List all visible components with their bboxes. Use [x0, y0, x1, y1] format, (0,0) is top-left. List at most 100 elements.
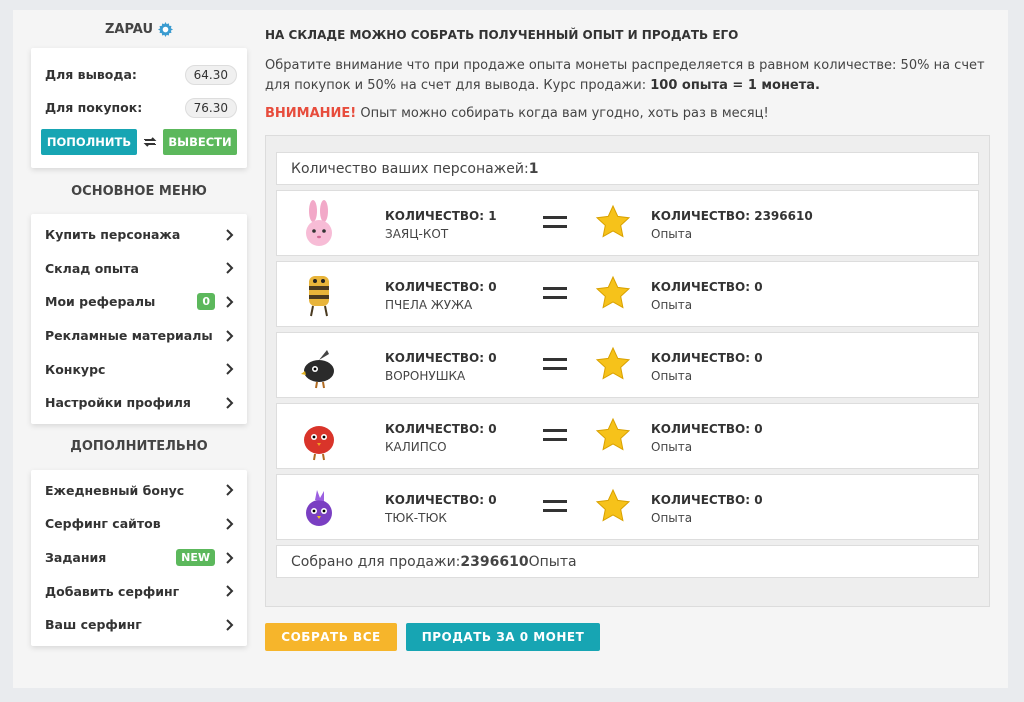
chevron-right-icon — [226, 329, 234, 342]
collected-total-unit: Опыта — [528, 553, 577, 570]
warehouse-panel: Количество ваших персонажей: 1 КОЛИЧЕСТВ… — [265, 135, 990, 607]
pet-quantity: КОЛИЧЕСТВО: 0 — [385, 351, 497, 365]
star-icon — [595, 346, 631, 380]
main-menu-title: ОСНОВНОЕ МЕНЮ — [71, 183, 207, 199]
menu-item-label: Добавить серфинг — [45, 583, 180, 599]
new-badge: NEW — [176, 549, 215, 567]
exp-label: Опыта — [651, 369, 693, 383]
extra-menu-title: ДОПОЛНИТЕЛЬНО — [70, 439, 208, 455]
warning-text: Опыт можно собирать когда вам угодно, хо… — [356, 106, 769, 121]
menu-item-label: Серфинг сайтов — [45, 516, 161, 532]
menu-item-exp-warehouse[interactable]: Склад опыта — [31, 252, 247, 286]
warning-label: ВНИМАНИЕ! — [265, 106, 357, 121]
page-frame: ZAPAU Для вывода: 64.30 Для покупок: 76.… — [13, 10, 1008, 688]
exp-quantity: КОЛИЧЕСТВО: 0 — [651, 493, 763, 507]
exp-quantity: КОЛИЧЕСТВО: 2396610 — [651, 209, 813, 223]
description-text: Обратите внимание что при продаже опыта … — [265, 58, 985, 93]
exp-label: Опыта — [651, 298, 693, 312]
page-title: НА СКЛАДЕ МОЖНО СОБРАТЬ ПОЛУЧЕННЫЙ ОПЫТ … — [265, 28, 739, 42]
exp-quantity: КОЛИЧЕСТВО: 0 — [651, 351, 763, 365]
gear-icon[interactable] — [158, 21, 174, 37]
menu-item-profile-settings[interactable]: Настройки профиля — [31, 386, 247, 420]
exp-label: Опыта — [651, 227, 693, 241]
warning: ВНИМАНИЕ! Опыт можно собирать когда вам … — [265, 106, 990, 121]
equals-icon — [543, 500, 567, 516]
menu-item-label: Конкурс — [45, 361, 106, 377]
menu-item-label: Настройки профиля — [45, 395, 191, 411]
collect-all-button[interactable]: СОБРАТЬ ВСЕ — [265, 623, 397, 651]
equals-icon — [543, 358, 567, 374]
chevron-right-icon — [226, 262, 234, 275]
exchange-rate: 100 опыта = 1 монета. — [650, 78, 820, 93]
star-icon — [595, 204, 631, 238]
exp-label: Опыта — [651, 440, 693, 454]
equals-icon — [543, 429, 567, 445]
purchase-label: Для покупок: — [45, 100, 143, 115]
chevron-right-icon — [226, 296, 234, 308]
referrals-count-badge: 0 — [197, 293, 215, 311]
pet-row: КОЛИЧЕСТВО: 0 ПЧЕЛА ЖУЖА КОЛИЧЕСТВО: 0 О… — [276, 261, 979, 327]
menu-item-label: Мои рефералы — [45, 294, 156, 310]
menu-item-label: Ежедневный бонус — [45, 482, 185, 498]
collected-total-label: Собрано для продажи: — [291, 553, 461, 570]
menu-item-daily-bonus[interactable]: Ежедневный бонус — [31, 474, 247, 508]
withdraw-label: Для вывода: — [45, 67, 137, 82]
equals-icon — [543, 216, 567, 232]
pet-quantity: КОЛИЧЕСТВО: 0 — [385, 280, 497, 294]
crow-icon — [301, 350, 334, 389]
star-icon — [595, 417, 631, 451]
collected-total: Собрано для продажи: 2396610 Опыта — [276, 545, 979, 578]
red-bird-icon — [304, 418, 334, 461]
menu-item-promo-materials[interactable]: Рекламные материалы — [31, 319, 247, 353]
pet-quantity: КОЛИЧЕСТВО: 0 — [385, 422, 497, 436]
menu-item-tasks[interactable]: Задания NEW — [31, 541, 247, 575]
menu-item-label: Задания — [45, 550, 107, 566]
equals-icon — [543, 287, 567, 303]
main-content: НА СКЛАДЕ МОЖНО СОБРАТЬ ПОЛУЧЕННЫЙ ОПЫТ … — [265, 28, 990, 651]
chevron-right-icon — [226, 551, 234, 564]
purple-bird-icon — [306, 490, 332, 526]
star-icon — [595, 488, 631, 522]
pet-name: ЗАЯЦ-КОТ — [385, 227, 449, 241]
chevron-right-icon — [226, 619, 234, 631]
pet-row: КОЛИЧЕСТВО: 0 ВОРОНУШКА КОЛИЧЕСТВО: 0 Оп… — [276, 332, 979, 398]
pet-row: КОЛИЧЕСТВО: 0 ТЮК-ТЮК КОЛИЧЕСТВО: 0 Опыт… — [276, 474, 979, 540]
action-buttons: СОБРАТЬ ВСЕ ПРОДАТЬ ЗА 0 МОНЕТ — [265, 623, 990, 651]
chevron-right-icon — [226, 585, 234, 597]
menu-item-your-surfing[interactable]: Ваш серфинг — [31, 608, 247, 642]
menu-item-site-surfing[interactable]: Серфинг сайтов — [31, 507, 247, 541]
pet-row: КОЛИЧЕСТВО: 0 КАЛИПСО КОЛИЧЕСТВО: 0 Опыт… — [276, 403, 979, 469]
pet-name: ПЧЕЛА ЖУЖА — [385, 298, 473, 312]
menu-item-referrals[interactable]: Мои рефералы 0 — [31, 285, 247, 319]
purchase-balance-row: Для покупок: 76.30 — [41, 91, 237, 124]
star-icon — [595, 275, 631, 309]
menu-item-add-surfing[interactable]: Добавить серфинг — [31, 574, 247, 608]
character-count: Количество ваших персонажей: 1 — [276, 152, 979, 185]
chevron-right-icon — [226, 518, 234, 530]
menu-item-contest[interactable]: Конкурс — [31, 352, 247, 386]
pet-name: ТЮК-ТЮК — [385, 511, 447, 525]
pet-name: ВОРОНУШКА — [385, 369, 466, 383]
topup-button[interactable]: ПОПОЛНИТЬ — [41, 129, 137, 155]
sidebar: ZAPAU Для вывода: 64.30 Для покупок: 76.… — [31, 10, 247, 646]
bee-icon — [309, 276, 329, 317]
balance-card: Для вывода: 64.30 Для покупок: 76.30 ПОП… — [31, 48, 247, 168]
withdraw-balance-row: Для вывода: 64.30 — [41, 58, 237, 91]
menu-item-label: Купить персонажа — [45, 227, 181, 243]
chevron-right-icon — [226, 229, 234, 241]
main-menu: Купить персонажа Склад опыта Мои реферал… — [31, 214, 247, 424]
collected-total-value: 2396610 — [460, 553, 529, 570]
bunny-cat-icon — [306, 200, 332, 246]
exp-quantity: КОЛИЧЕСТВО: 0 — [651, 422, 763, 436]
character-count-value: 1 — [528, 160, 539, 177]
exchange-icon[interactable] — [142, 134, 158, 150]
user-header: ZAPAU — [31, 10, 247, 48]
pet-quantity: КОЛИЧЕСТВО: 1 — [385, 209, 497, 223]
sell-button[interactable]: ПРОДАТЬ ЗА 0 МОНЕТ — [406, 623, 600, 651]
menu-item-buy-character[interactable]: Купить персонажа — [31, 218, 247, 252]
withdraw-value: 64.30 — [184, 64, 237, 85]
character-count-label: Количество ваших персонажей: — [291, 160, 529, 177]
menu-item-label: Склад опыта — [45, 260, 139, 276]
withdraw-button[interactable]: ВЫВЕСТИ — [163, 129, 237, 155]
exp-quantity: КОЛИЧЕСТВО: 0 — [651, 280, 763, 294]
